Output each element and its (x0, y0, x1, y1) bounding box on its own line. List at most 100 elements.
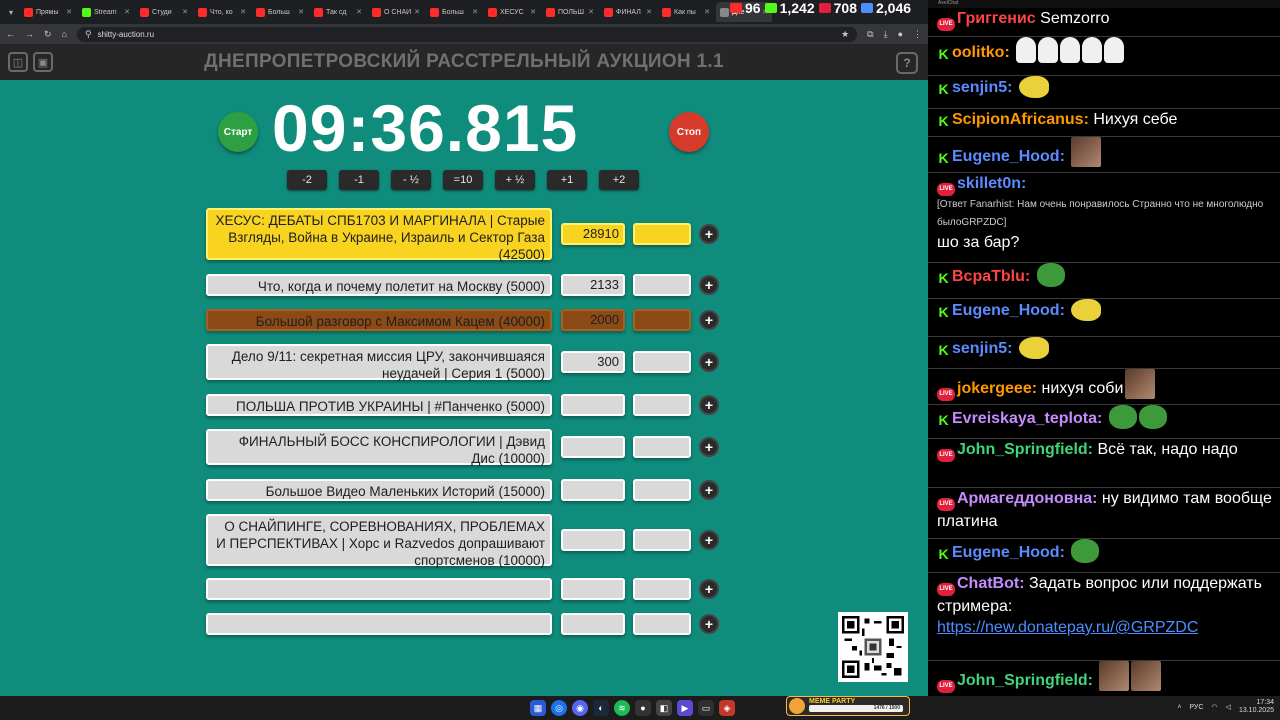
timer-adjust-button[interactable]: +1 (547, 170, 587, 190)
chat-username[interactable]: ВсраТblu: (952, 268, 1030, 285)
save-icon[interactable]: ▣ (33, 52, 53, 72)
chat-username[interactable]: senjin5: (952, 340, 1012, 357)
wifi-icon[interactable]: ◠ (1211, 703, 1217, 711)
download-icon[interactable]: ⤓ (884, 29, 888, 40)
stream-app-icon[interactable]: ◈ (719, 700, 735, 716)
lot-name-input[interactable] (206, 613, 552, 635)
profile-icon[interactable]: ● (898, 29, 903, 39)
chat-username[interactable]: ScipionAfricanus: (952, 111, 1089, 128)
lot-amount-input[interactable] (561, 394, 625, 416)
tab-close-icon[interactable]: ✕ (530, 8, 536, 16)
lot-amount-input[interactable]: 300 (561, 351, 625, 373)
browser-tab[interactable]: Stream ✕ (78, 2, 134, 22)
tab-search-icon[interactable]: ▾ (4, 5, 18, 19)
lot-amount-input[interactable] (561, 613, 625, 635)
tab-close-icon[interactable]: ✕ (356, 8, 362, 16)
lot-name-input[interactable]: Дело 9/11: секретная миссия ЦРУ, закончи… (206, 344, 552, 381)
back-icon[interactable]: ← (6, 29, 15, 39)
lot-add-amount-input[interactable] (633, 274, 691, 296)
browser-tab[interactable]: О СНАЙ ✕ (368, 2, 424, 22)
lot-name-input[interactable]: ФИНАЛЬНЫЙ БОСС КОНСПИРОЛОГИИ | Дэвид Дис… (206, 429, 552, 466)
browser-tab[interactable]: Студи ✕ (136, 2, 192, 22)
chat-username[interactable]: senjin5: (952, 79, 1012, 96)
lot-add-button[interactable]: + (699, 224, 719, 244)
site-info-icon[interactable]: ⚲ (85, 29, 92, 40)
timer-adjust-button[interactable]: - ½ (391, 170, 431, 190)
chat-username[interactable]: John_Springfield: (957, 672, 1093, 689)
lot-amount-input[interactable] (561, 529, 625, 551)
chat-username[interactable]: Evreiskaya_teplota: (952, 410, 1102, 427)
browser-tab[interactable]: Больш ✕ (252, 2, 308, 22)
chat-username[interactable]: oolitko: (952, 44, 1010, 61)
tab-close-icon[interactable]: ✕ (472, 8, 478, 16)
chat-username[interactable]: Eugene_Hood: (952, 302, 1065, 319)
browser-tab[interactable]: Так сд ✕ (310, 2, 366, 22)
lot-add-button[interactable]: + (699, 530, 719, 550)
browser-tab[interactable]: ПОЛЬШ ✕ (542, 2, 598, 22)
lot-name-input[interactable]: Большой разговор с Максимом Кацем (40000… (206, 309, 552, 331)
browser-tab[interactable]: Прямы ✕ (20, 2, 76, 22)
lot-add-button[interactable]: + (699, 437, 719, 457)
browser-tab[interactable]: ФИНАЛ ✕ (600, 2, 656, 22)
volume-icon[interactable]: ◁ (1226, 703, 1231, 711)
spotify-icon[interactable]: ≋ (614, 700, 630, 716)
tab-close-icon[interactable]: ✕ (182, 8, 188, 16)
browser-tab[interactable]: ХЕСУС ✕ (484, 2, 540, 22)
lot-add-amount-input[interactable] (633, 578, 691, 600)
tab-close-icon[interactable]: ✕ (588, 8, 594, 16)
lot-add-amount-input[interactable] (633, 479, 691, 501)
tab-close-icon[interactable]: ✕ (66, 8, 72, 16)
home-icon[interactable]: ⌂ (62, 29, 67, 39)
lot-name-input[interactable]: О СНАЙПИНГЕ, СОРЕВНОВАНИЯХ, ПРОБЛЕМАХ И … (206, 514, 552, 568)
tray-chevron-icon[interactable]: ˄ (1177, 704, 1181, 711)
lot-name-input[interactable] (206, 578, 552, 600)
discord-icon[interactable]: ◉ (572, 700, 588, 716)
chat-username[interactable]: Eugene_Hood: (952, 148, 1065, 165)
timer-adjust-button[interactable]: + ½ (495, 170, 535, 190)
obs-icon[interactable]: ● (635, 700, 651, 716)
sidebar-toggle-icon[interactable]: ◫ (8, 52, 28, 72)
tab-close-icon[interactable]: ✕ (704, 8, 710, 16)
language-indicator[interactable]: РУС (1189, 704, 1203, 711)
clock[interactable]: 17:34 13.10.2025 (1239, 699, 1274, 715)
reload-icon[interactable]: ↻ (44, 29, 52, 40)
lot-add-amount-input[interactable] (633, 309, 691, 331)
lot-name-input[interactable]: ПОЛЬША ПРОТИВ УКРАИНЫ | #Панченко (5000) (206, 394, 552, 416)
browser-tab[interactable]: Больш ✕ (426, 2, 482, 22)
tab-close-icon[interactable]: ✕ (414, 8, 420, 16)
lot-name-input[interactable]: Что, когда и почему полетит на Москву (5… (206, 274, 552, 296)
lot-amount-input[interactable]: 2133 (561, 274, 625, 296)
lot-amount-input[interactable] (561, 436, 625, 458)
lot-add-amount-input[interactable] (633, 529, 691, 551)
lot-add-button[interactable]: + (699, 395, 719, 415)
help-button[interactable]: ? (896, 52, 918, 74)
tab-close-icon[interactable]: ✕ (240, 8, 246, 16)
bookmark-star-icon[interactable]: ★ (841, 29, 849, 40)
chat-username[interactable]: jokergeee: (957, 380, 1037, 397)
forward-icon[interactable]: → (25, 29, 34, 39)
lot-add-amount-input[interactable] (633, 351, 691, 373)
lot-name-input[interactable]: Большое Видео Маленьких Историй (15000) (206, 479, 552, 501)
extension-icon[interactable]: ⧉ (867, 29, 873, 40)
timer-adjust-button[interactable]: +2 (599, 170, 639, 190)
steam-icon[interactable]: ◐ (593, 700, 609, 716)
chat-username[interactable]: ChatBot: (957, 575, 1025, 592)
lot-add-amount-input[interactable] (633, 613, 691, 635)
browser-tab[interactable]: Что, ко ✕ (194, 2, 250, 22)
menu-icon[interactable]: ⋮ (913, 29, 922, 40)
lot-amount-input[interactable]: 2000 (561, 309, 625, 331)
lot-add-amount-input[interactable] (633, 436, 691, 458)
tab-close-icon[interactable]: ✕ (298, 8, 304, 16)
tab-close-icon[interactable]: ✕ (646, 8, 652, 16)
lot-add-button[interactable]: + (699, 352, 719, 372)
tab-close-icon[interactable]: ✕ (124, 8, 130, 16)
chat-username[interactable]: John_Springfield: (957, 441, 1093, 458)
lot-add-amount-input[interactable] (633, 223, 691, 245)
lot-add-button[interactable]: + (699, 579, 719, 599)
lot-add-button[interactable]: + (699, 310, 719, 330)
lot-add-button[interactable]: + (699, 275, 719, 295)
lot-add-amount-input[interactable] (633, 394, 691, 416)
lot-amount-input[interactable] (561, 479, 625, 501)
lot-amount-input[interactable] (561, 578, 625, 600)
lot-amount-input[interactable]: 28910 (561, 223, 625, 245)
